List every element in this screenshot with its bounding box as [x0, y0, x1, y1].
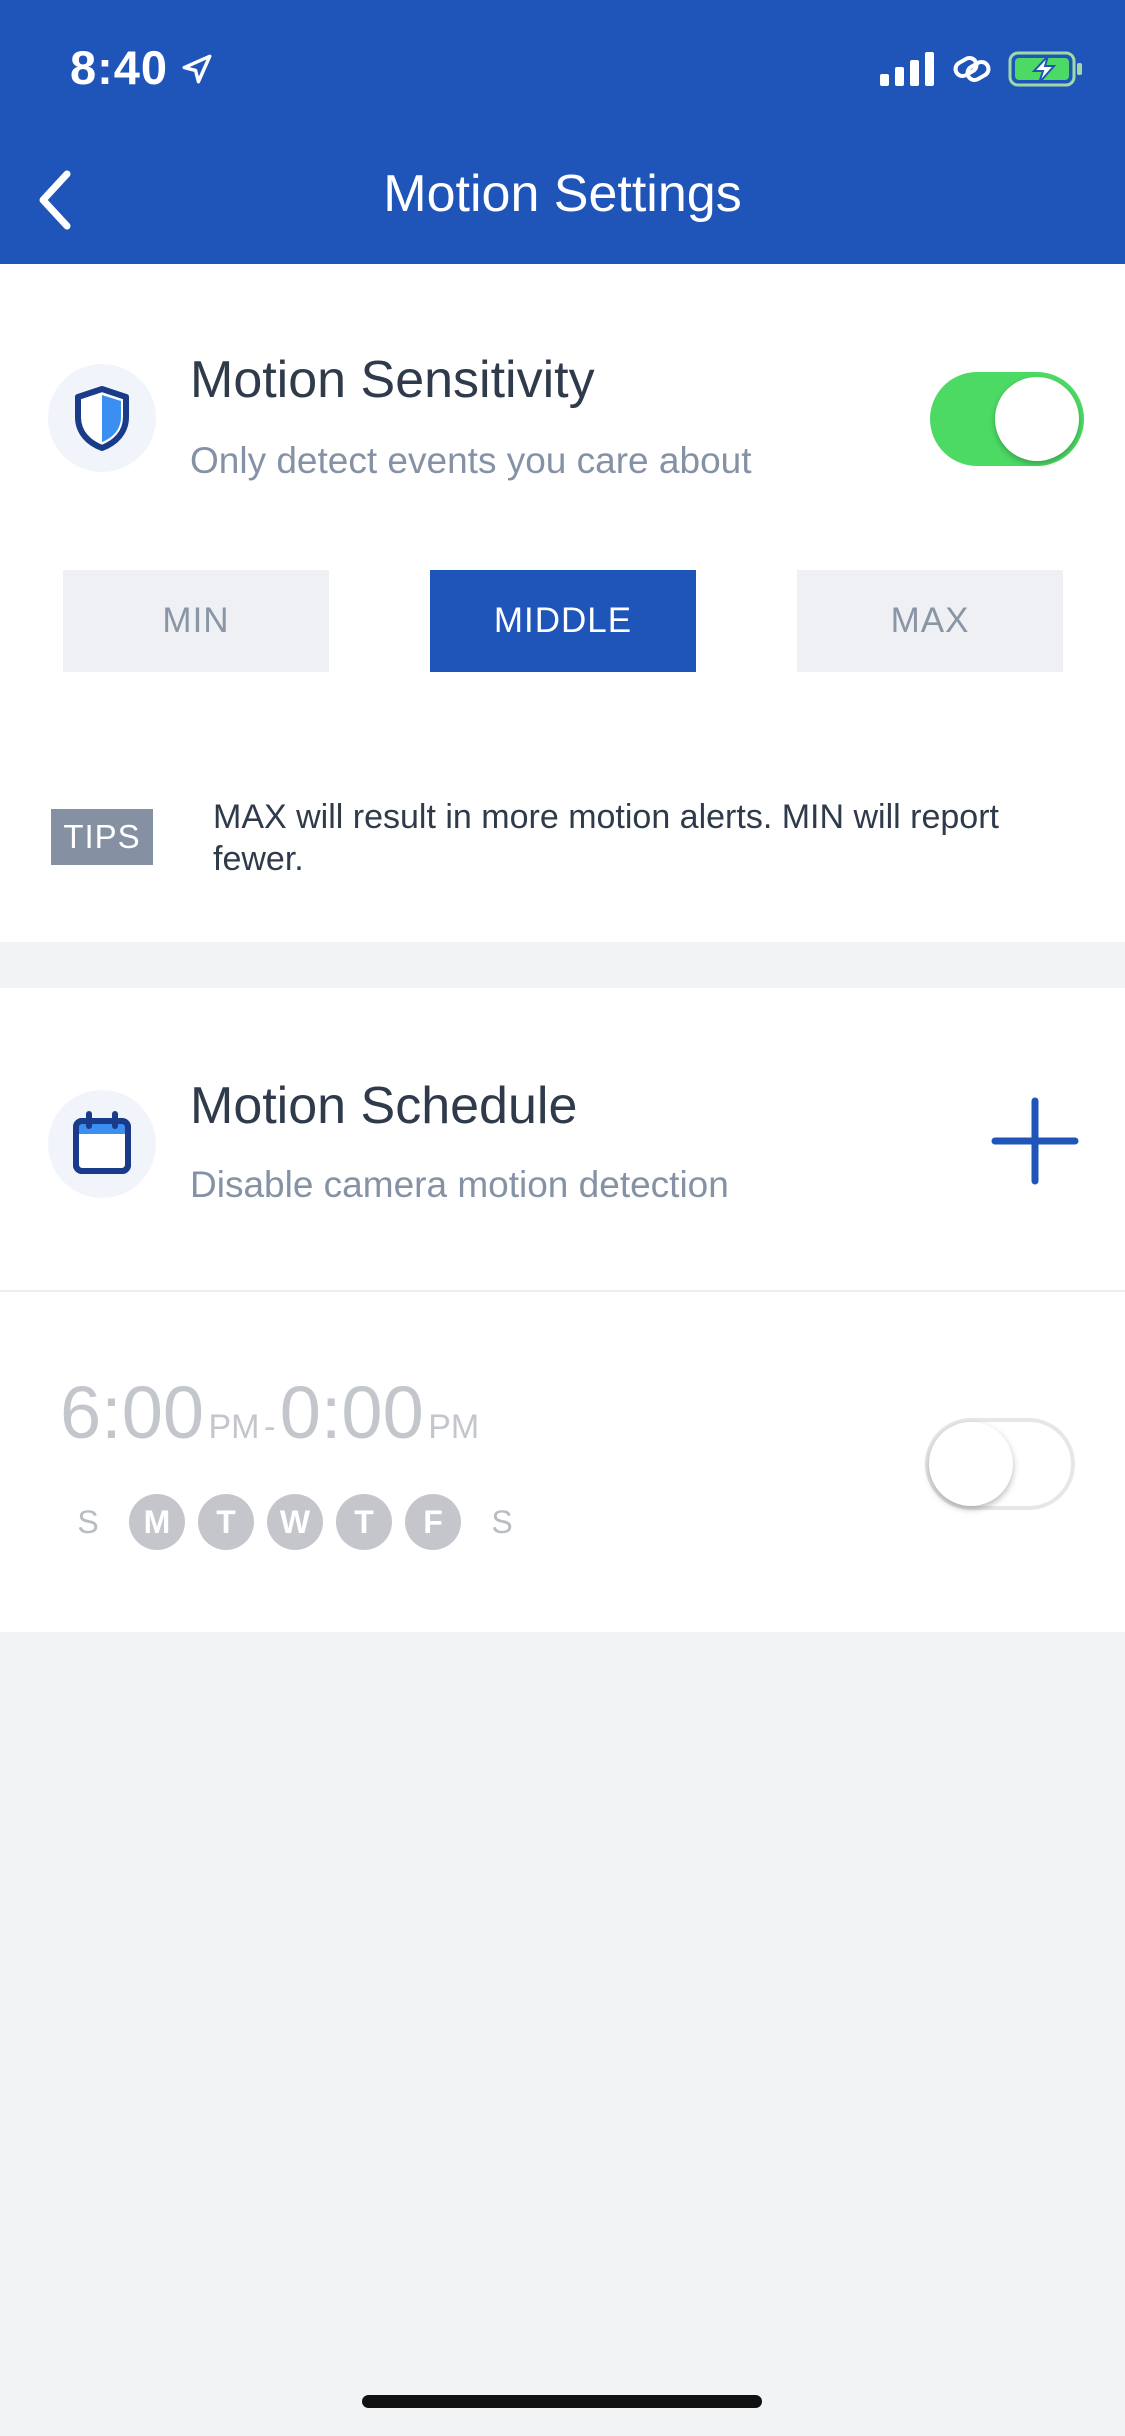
toggle-knob [995, 377, 1079, 461]
schedule-end-period: PM [428, 1408, 480, 1446]
signal-icon [880, 52, 934, 86]
day-saturday: S [491, 1503, 513, 1540]
day-tuesday: T [198, 1494, 254, 1550]
schedule-end-time: 0:00 [279, 1371, 424, 1454]
link-icon [953, 56, 991, 82]
schedule-days: S M T W T F S [60, 1494, 543, 1550]
schedule-time-range[interactable]: 6:00 PM - 0:00 PM [60, 1370, 479, 1455]
motion-schedule-card: Motion Schedule Disable camera motion de… [0, 988, 1125, 1632]
day-friday: F [405, 1494, 461, 1550]
calendar-icon [73, 1111, 131, 1174]
sensitivity-subtitle: Only detect events you care about [190, 440, 752, 481]
sensitivity-option-max[interactable]: MAX [797, 570, 1063, 672]
sensitivity-option-min[interactable]: MIN [63, 570, 329, 672]
sensitivity-toggle[interactable] [930, 372, 1084, 466]
status-time: 8:40 [70, 41, 169, 94]
add-schedule-plus-icon[interactable] [990, 1096, 1080, 1186]
sensitivity-title: Motion Sensitivity [190, 351, 595, 409]
schedule-start-time: 6:00 [60, 1371, 205, 1454]
battery-charging-icon [1008, 51, 1082, 87]
schedule-entry-toggle[interactable] [925, 1418, 1075, 1510]
day-monday: M [129, 1494, 185, 1550]
page-title: Motion Settings [383, 165, 742, 223]
motion-sensitivity-card: Motion Sensitivity Only detect events yo… [0, 264, 1125, 942]
app-header: 8:40 Motion Settings [0, 0, 1125, 264]
sensitivity-icon-badge [48, 364, 156, 472]
day-wednesday: W [267, 1494, 323, 1550]
schedule-time-separator: - [263, 1408, 276, 1446]
day-sunday: S [77, 1503, 99, 1540]
sensitivity-option-middle[interactable]: MIDDLE [430, 570, 696, 672]
toggle-knob [929, 1422, 1013, 1506]
tips-text: MAX will result in more motion alerts. M… [213, 798, 999, 878]
schedule-subtitle: Disable camera motion detection [190, 1164, 729, 1205]
home-indicator [362, 2395, 762, 2408]
day-thursday: T [336, 1494, 392, 1550]
location-arrow-icon [182, 54, 212, 84]
schedule-start-period: PM [208, 1408, 260, 1446]
shield-icon [75, 386, 129, 451]
schedule-title: Motion Schedule [190, 1077, 578, 1135]
schedule-icon-badge [48, 1090, 156, 1198]
section-divider [0, 1290, 1125, 1292]
tips-badge: TIPS [51, 809, 153, 865]
